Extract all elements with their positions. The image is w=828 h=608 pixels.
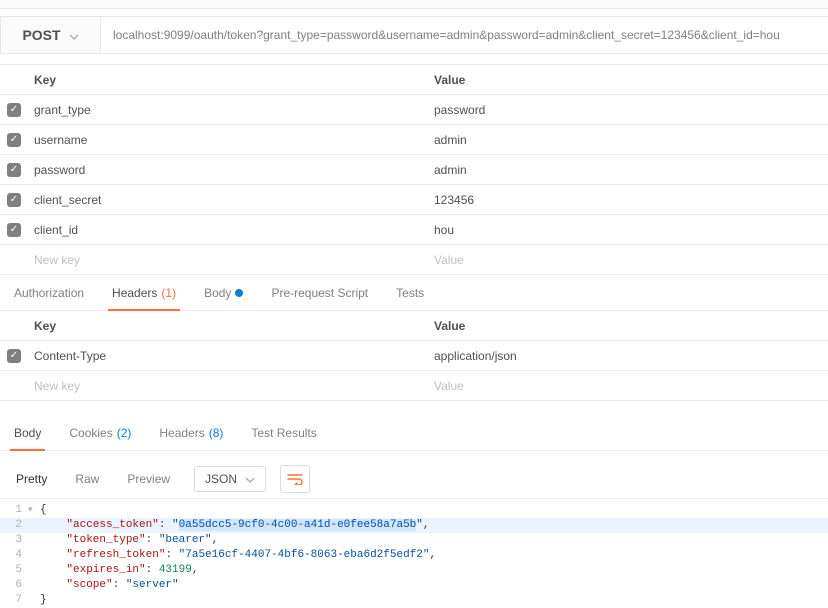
params-header-row: Key Value bbox=[0, 65, 828, 95]
checkbox-icon[interactable]: ✓ bbox=[7, 223, 21, 237]
dot-icon bbox=[235, 289, 243, 297]
line-number: 2 bbox=[0, 518, 28, 533]
view-preview-button[interactable]: Preview bbox=[115, 466, 182, 492]
checkbox-icon[interactable]: ✓ bbox=[7, 349, 21, 363]
http-method-select[interactable]: POST bbox=[1, 17, 101, 53]
response-type-label: JSON bbox=[205, 472, 237, 486]
header-key-placeholder[interactable]: New key bbox=[28, 379, 428, 393]
wrap-icon bbox=[287, 473, 303, 485]
response-toolbar: Pretty Raw Preview JSON bbox=[0, 459, 828, 499]
chevron-down-icon bbox=[245, 472, 255, 486]
cookies-count: (2) bbox=[117, 426, 132, 440]
param-key[interactable]: username bbox=[28, 133, 428, 147]
tab-resp-tests[interactable]: Test Results bbox=[237, 415, 330, 451]
code-text: { bbox=[40, 503, 47, 518]
chevron-down-icon bbox=[69, 27, 79, 43]
tab-tests[interactable]: Tests bbox=[382, 275, 438, 311]
fold-icon[interactable]: ▾ bbox=[28, 503, 40, 518]
line-number: 6 bbox=[0, 578, 28, 593]
wrap-lines-button[interactable] bbox=[280, 465, 310, 493]
tab-resp-cookies[interactable]: Cookies (2) bbox=[55, 415, 145, 451]
request-tabs: Authorization Headers (1) Body Pre-reque… bbox=[0, 275, 828, 311]
params-table: Key Value ✓ grant_type password ✓ userna… bbox=[0, 64, 828, 275]
param-value[interactable]: password bbox=[428, 103, 828, 117]
param-key[interactable]: password bbox=[28, 163, 428, 177]
param-row[interactable]: ✓ username admin bbox=[0, 125, 828, 155]
header-value-placeholder[interactable]: Value bbox=[428, 379, 828, 393]
response-body-code[interactable]: 1▾{ 2 "access_token": "0a55dcc5-9cf0-4c0… bbox=[0, 499, 828, 608]
tab-resp-headers[interactable]: Headers (8) bbox=[145, 415, 237, 451]
code-text: "refresh_token": "7a5e16cf-4407-4bf6-806… bbox=[40, 548, 436, 563]
column-header-value: Value bbox=[428, 319, 828, 333]
header-key[interactable]: Content-Type bbox=[28, 349, 428, 363]
param-row[interactable]: ✓ grant_type password bbox=[0, 95, 828, 125]
view-pretty-button[interactable]: Pretty bbox=[4, 466, 59, 492]
code-text: "scope": "server" bbox=[40, 578, 179, 593]
code-text: "token_type": "bearer", bbox=[40, 533, 218, 548]
param-key-placeholder[interactable]: New key bbox=[28, 253, 428, 267]
response-type-select[interactable]: JSON bbox=[194, 466, 266, 492]
param-value[interactable]: admin bbox=[428, 163, 828, 177]
param-row-new[interactable]: New key Value bbox=[0, 245, 828, 275]
checkbox-icon[interactable]: ✓ bbox=[7, 133, 21, 147]
tab-authorization[interactable]: Authorization bbox=[0, 275, 98, 311]
request-url-row: POST localhost:9099/oauth/token?grant_ty… bbox=[0, 16, 828, 54]
tab-resp-body[interactable]: Body bbox=[0, 415, 55, 451]
param-row[interactable]: ✓ client_id hou bbox=[0, 215, 828, 245]
param-value[interactable]: admin bbox=[428, 133, 828, 147]
access-token-value: 0a55dcc5-9cf0-4c00-a41d-e0fee58a7a5b bbox=[179, 519, 417, 531]
tab-body[interactable]: Body bbox=[190, 275, 257, 311]
param-key[interactable]: client_id bbox=[28, 223, 428, 237]
line-number: 4 bbox=[0, 548, 28, 563]
param-value[interactable]: hou bbox=[428, 223, 828, 237]
headers-header-row: Key Value bbox=[0, 311, 828, 341]
top-toolbar bbox=[0, 0, 828, 9]
param-value-placeholder[interactable]: Value bbox=[428, 253, 828, 267]
column-header-value: Value bbox=[428, 73, 828, 87]
headers-count: (1) bbox=[161, 286, 176, 300]
line-number: 1 bbox=[0, 503, 28, 518]
header-row-new[interactable]: New key Value bbox=[0, 371, 828, 401]
header-value[interactable]: application/json bbox=[428, 349, 828, 363]
checkbox-icon[interactable]: ✓ bbox=[7, 193, 21, 207]
url-input[interactable]: localhost:9099/oauth/token?grant_type=pa… bbox=[101, 17, 828, 53]
view-raw-button[interactable]: Raw bbox=[63, 466, 111, 492]
code-text: "expires_in": 43199, bbox=[40, 563, 198, 578]
url-text: localhost:9099/oauth/token?grant_type=pa… bbox=[113, 28, 780, 42]
checkbox-icon[interactable]: ✓ bbox=[7, 163, 21, 177]
param-key[interactable]: grant_type bbox=[28, 103, 428, 117]
column-header-key: Key bbox=[28, 73, 428, 87]
param-value[interactable]: 123456 bbox=[428, 193, 828, 207]
tab-prerequest[interactable]: Pre-request Script bbox=[257, 275, 382, 311]
http-method-label: POST bbox=[22, 27, 60, 43]
column-header-key: Key bbox=[28, 319, 428, 333]
tab-headers[interactable]: Headers (1) bbox=[98, 275, 190, 311]
code-text: "access_token": "0a55dcc5-9cf0-4c00-a41d… bbox=[40, 518, 430, 533]
response-tabs: Body Cookies (2) Headers (8) Test Result… bbox=[0, 415, 828, 451]
param-key[interactable]: client_secret bbox=[28, 193, 428, 207]
param-row[interactable]: ✓ client_secret 123456 bbox=[0, 185, 828, 215]
headers-table: Key Value ✓ Content-Type application/jso… bbox=[0, 311, 828, 401]
line-number: 3 bbox=[0, 533, 28, 548]
line-number: 5 bbox=[0, 563, 28, 578]
header-row[interactable]: ✓ Content-Type application/json bbox=[0, 341, 828, 371]
checkbox-icon[interactable]: ✓ bbox=[7, 103, 21, 117]
resp-headers-count: (8) bbox=[209, 426, 224, 440]
param-row[interactable]: ✓ password admin bbox=[0, 155, 828, 185]
